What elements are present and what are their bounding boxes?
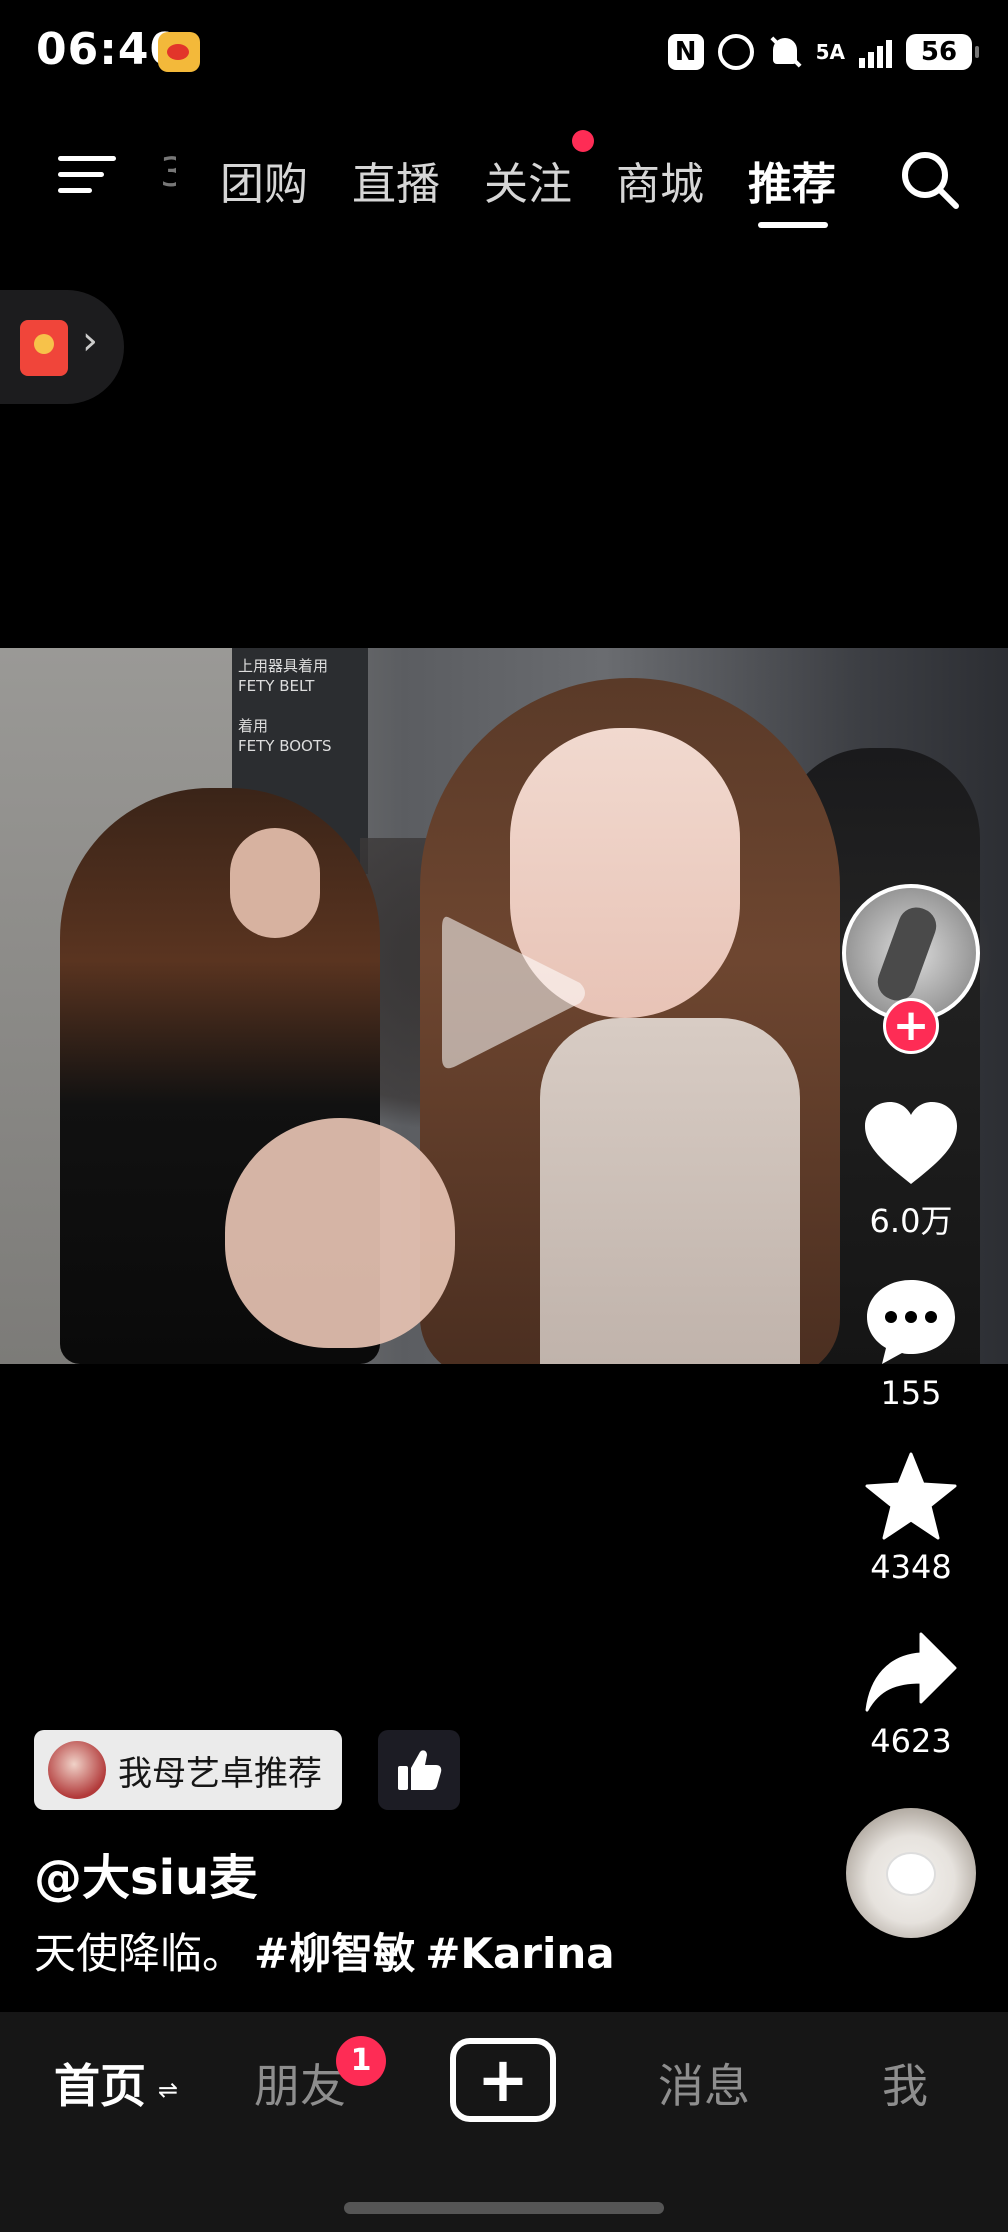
comment-icon (867, 1280, 955, 1364)
add-icon[interactable]: + (450, 2038, 556, 2122)
share-icon (865, 1632, 957, 1712)
comment-action[interactable]: 155 (846, 1276, 976, 1412)
author-name[interactable]: @大siu麦 (34, 1838, 257, 1908)
tab-following[interactable]: 关注 (484, 148, 572, 212)
hashtag-link[interactable]: #Karina (425, 1929, 614, 1978)
favorite-count: 4348 (870, 1548, 952, 1586)
status-bar: 06:40 N 5A 56 (0, 0, 1008, 100)
like-action[interactable]: 6.0万 (846, 1100, 976, 1242)
menu-icon[interactable] (58, 152, 120, 200)
nav-messages[interactable]: 消息 (658, 2050, 750, 2116)
share-count: 4623 (870, 1722, 952, 1760)
following-notification-dot (572, 130, 594, 152)
nav-home[interactable]: 首页 (54, 2050, 146, 2116)
tab-group-buy[interactable]: 团购 (220, 148, 308, 212)
tab-mall[interactable]: 商城 (616, 148, 704, 212)
caption-text: 天使降临。 (34, 1929, 245, 1978)
red-packet-entry[interactable]: › (0, 290, 124, 404)
star-icon (865, 1452, 957, 1540)
hashtag-link[interactable]: #柳智敏 (254, 1929, 415, 1978)
thumbs-up-icon (398, 1750, 442, 1790)
music-disc[interactable] (846, 1808, 976, 1938)
related-topic-chip[interactable]: 我母艺卓推荐 (34, 1730, 342, 1810)
related-topic-label: 我母艺卓推荐 (118, 1753, 322, 1794)
follow-button[interactable]: + (883, 998, 939, 1054)
tab-recommend[interactable]: 推荐 (748, 148, 836, 212)
status-icons: N 5A 56 (667, 30, 979, 74)
weibo-app-icon (158, 32, 200, 72)
active-tab-indicator (758, 222, 828, 228)
comment-count: 155 (880, 1374, 942, 1412)
chip-avatar (48, 1741, 106, 1799)
mute-bell-icon (768, 34, 802, 70)
nfc-icon: N (667, 34, 704, 70)
alarm-icon (717, 34, 754, 70)
like-count: 6.0万 (869, 1202, 953, 1240)
nav-friends[interactable]: 朋友 (254, 2050, 346, 2116)
share-action[interactable]: 4623 (846, 1630, 976, 1760)
favorite-action[interactable]: 4348 (846, 1452, 976, 1586)
overflow-tab-edge: 3 (160, 150, 176, 196)
red-packet-icon (20, 320, 68, 376)
network-type: 5A (815, 40, 845, 64)
home-indicator (344, 2202, 664, 2214)
video-caption: 天使降临。 #柳智敏 #Karina (34, 1920, 615, 1981)
swap-icon: ⇌ (158, 2076, 179, 2104)
top-nav: 3 团购 直播 关注 商城 推荐 (0, 130, 1008, 240)
thumbs-up-button[interactable] (378, 1730, 460, 1810)
chevron-right-icon: › (82, 318, 98, 364)
video-player[interactable]: 上用器具着用 FETY BELT 着用 FETY BOOTS (0, 648, 1008, 1364)
heart-icon (865, 1102, 957, 1184)
bottom-nav: 首页 ⇌ 朋友 1 + 消息 我 (0, 2012, 1008, 2232)
play-icon[interactable] (430, 908, 590, 1078)
battery-icon: 56 (906, 34, 979, 70)
tab-live[interactable]: 直播 (352, 148, 440, 212)
signal-icon (859, 36, 892, 68)
friends-badge: 1 (336, 2036, 386, 2086)
search-icon[interactable] (898, 148, 962, 212)
nav-me[interactable]: 我 (882, 2050, 928, 2116)
